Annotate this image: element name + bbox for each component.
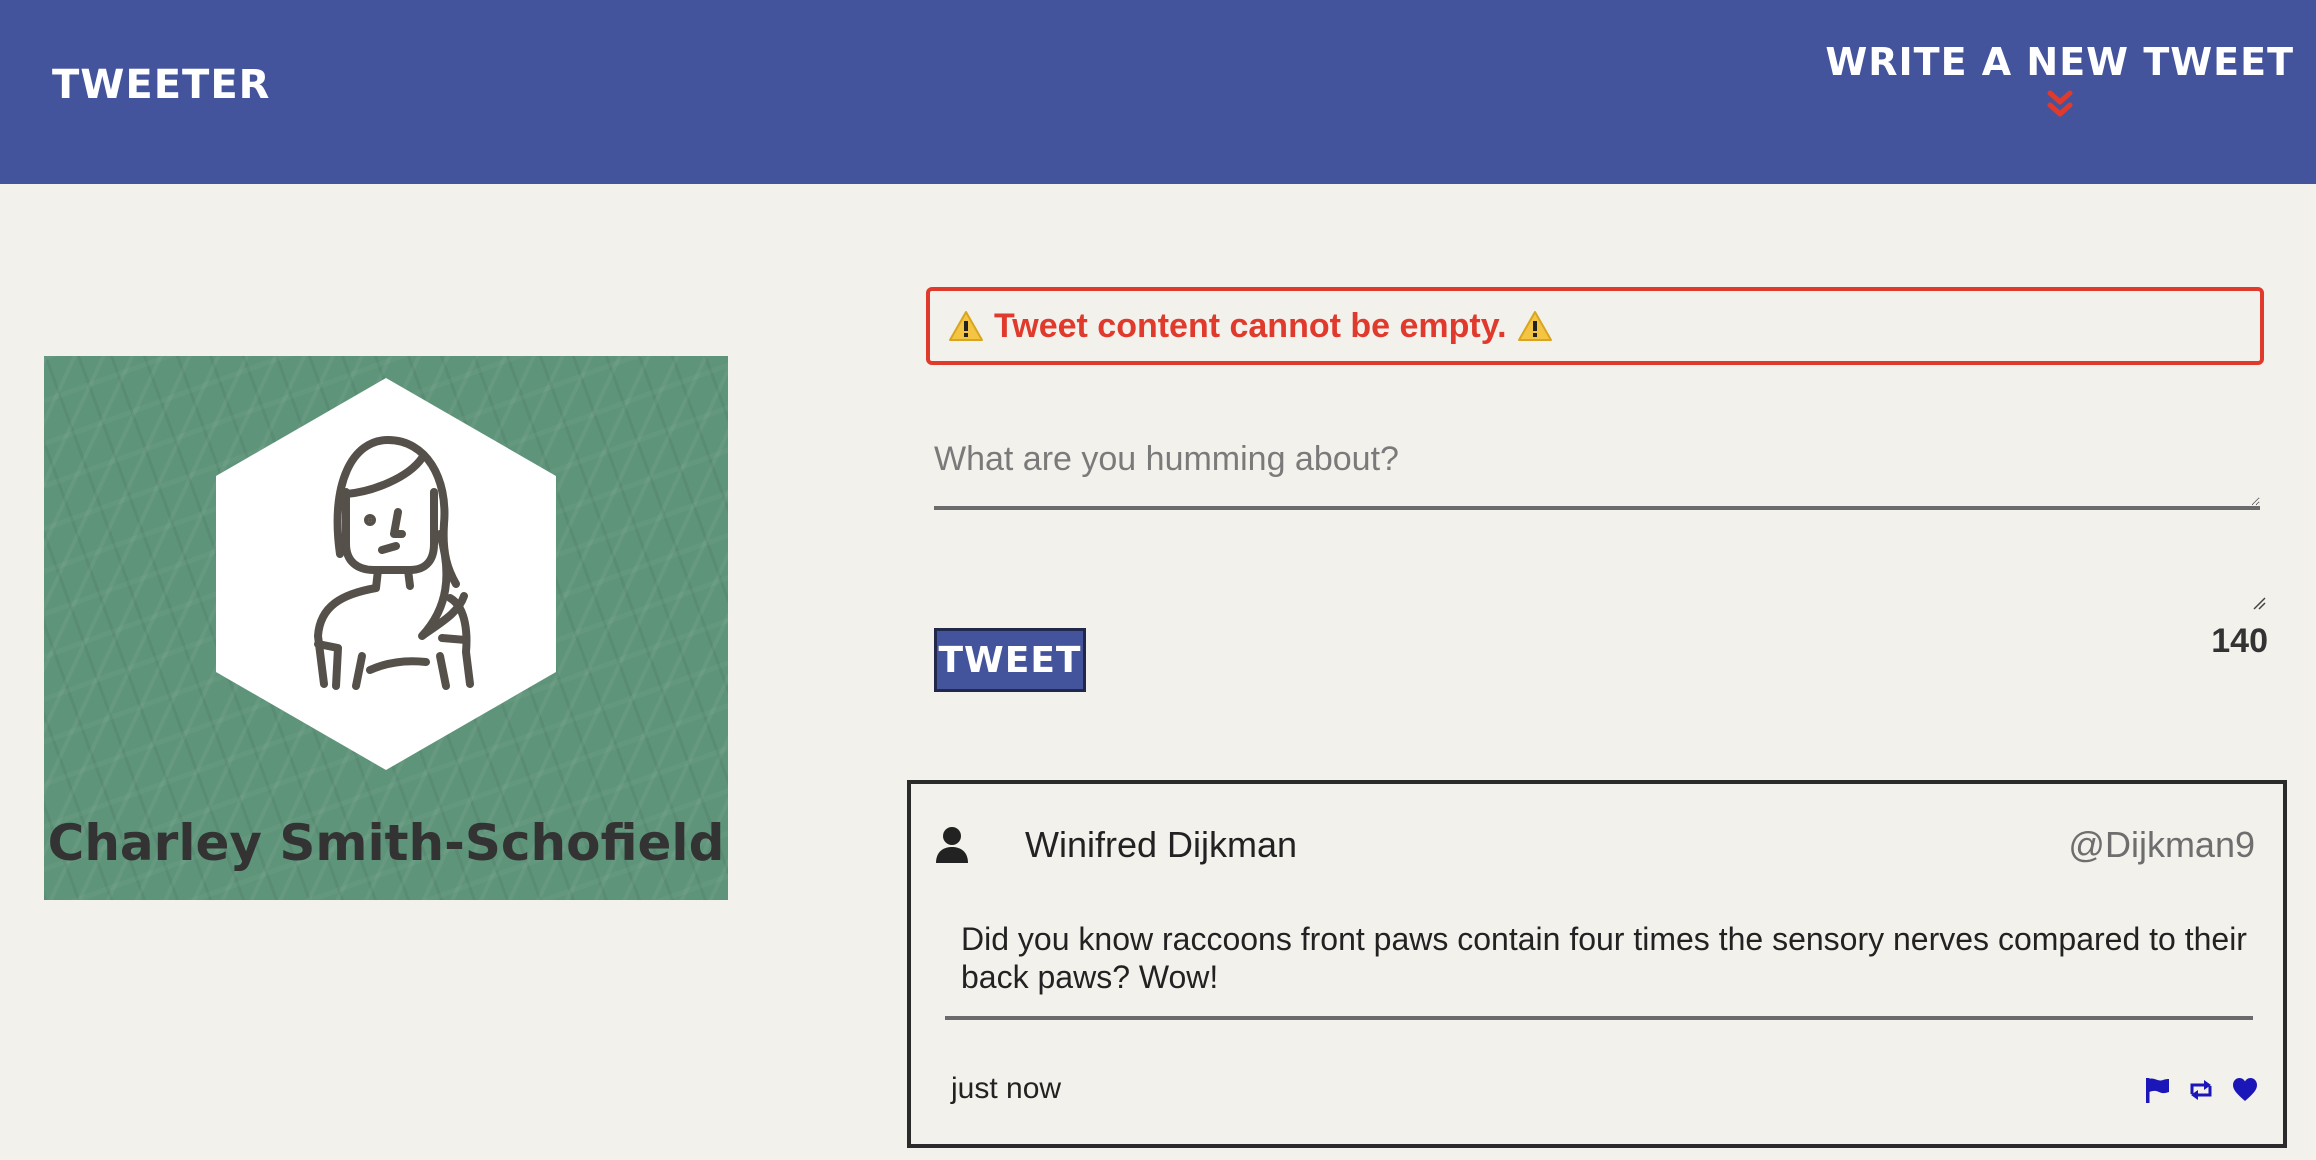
- write-new-tweet-label[interactable]: WRITE A NEW TWEET: [1825, 40, 2294, 84]
- tweet-header: Winifred Dijkman @Dijkman9: [935, 824, 2255, 874]
- top-nav: TWEETER WRITE A NEW TWEET: [0, 0, 2316, 184]
- retweet-icon[interactable]: [2187, 1076, 2215, 1104]
- warning-icon: [1517, 311, 1552, 341]
- profile-avatar: [216, 378, 556, 770]
- write-new-tweet-toggle[interactable]: WRITE A NEW TWEET: [1825, 40, 2294, 120]
- error-banner: Tweet content cannot be empty.: [926, 287, 2264, 365]
- flag-icon[interactable]: [2143, 1076, 2171, 1104]
- user-icon: [936, 827, 968, 863]
- tweet-divider: [945, 1016, 2253, 1020]
- profile-card: Charley Smith-Schofield: [44, 356, 728, 900]
- heart-icon[interactable]: [2231, 1076, 2259, 1104]
- double-chevron-down-icon[interactable]: [2047, 90, 2073, 120]
- tweet-footer: just now: [951, 1072, 2259, 1112]
- tweet-submit-button[interactable]: TWEET: [934, 628, 1086, 692]
- tweet-actions: [2143, 1076, 2259, 1104]
- error-message: Tweet content cannot be empty.: [994, 306, 1507, 345]
- tweet-text-input[interactable]: [934, 440, 2260, 510]
- profile-name: Charley Smith-Schofield: [47, 814, 725, 872]
- tweet-card: Winifred Dijkman @Dijkman9 Did you know …: [907, 780, 2287, 1148]
- resize-handle-icon[interactable]: [2252, 596, 2266, 610]
- brand-logo[interactable]: TWEETER: [52, 62, 270, 108]
- tweet-timestamp: just now: [951, 1072, 1062, 1105]
- warning-icon: [949, 311, 983, 341]
- tweet-author-name: Winifred Dijkman: [1025, 824, 1298, 865]
- tweet-author-handle: @Dijkman9: [2068, 824, 2255, 865]
- character-counter: 140: [2211, 622, 2268, 660]
- tweet-content: Did you know raccoons front paws contain…: [961, 921, 2247, 995]
